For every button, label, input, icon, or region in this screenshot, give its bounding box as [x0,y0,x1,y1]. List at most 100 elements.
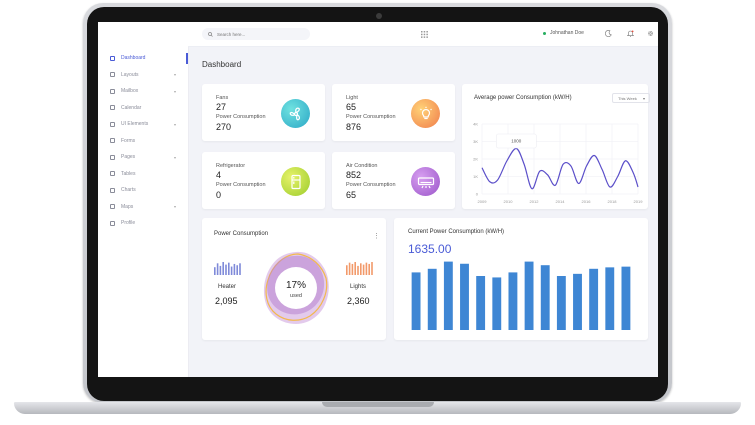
user-menu[interactable]: Johnathan Doe [543,30,584,36]
spark-bar [371,262,373,275]
kpi-name: Fans [216,95,229,101]
x-tick-label: 2016 [582,199,592,204]
heater-value: 2,095 [215,296,238,306]
moon-icon[interactable] [605,30,612,37]
spark-bar [360,263,362,275]
forms-icon [110,138,115,144]
sidebar-item-label: UI Elements [121,121,149,128]
lights-value: 2,360 [347,296,370,306]
bar [556,276,566,330]
spark-bar [233,263,236,275]
screen: Dashboard Layouts ▾ Mailbox ▾ Calendar UI Elem… [98,22,658,377]
bar [524,261,534,330]
kpi-sub-value: 876 [346,122,362,132]
spark-bar [346,265,348,275]
maps-icon [110,204,115,210]
spark-bar [236,265,238,275]
x-tick-label: 2010 [504,199,514,204]
kpi-value: 4 [216,170,222,180]
webcam [376,13,382,19]
bar [460,263,469,330]
chevron-down-icon: ▾ [173,204,176,210]
layouts-icon [110,72,115,78]
x-tick-label: 2019 [634,199,644,204]
card-title: Power Consumption [214,231,269,237]
chevron-down-icon: ▾ [173,121,176,127]
laptop-notch [322,402,434,407]
bar [443,261,453,330]
top-bar: Johnathan Doe [188,22,658,47]
user-name: Johnathan Doe [550,30,584,36]
sidebar-item-dashboard[interactable]: Dashboard [98,50,188,67]
x-tick-label: 2009 [478,199,488,204]
more-options-icon[interactable]: ⋮ [373,232,380,240]
sidebar-nav: Dashboard Layouts ▾ Mailbox ▾ Calendar UI Elem… [98,50,188,232]
sidebar-item-label: Pages [121,154,136,161]
mailbox-icon [110,88,115,94]
pages-icon [110,154,115,160]
sidebar-item-profile[interactable]: Profile [98,215,188,232]
sidebar-item-label: Forms [121,137,136,144]
usage-label: used [290,293,302,299]
sidebar-item-calendar[interactable]: Calendar [98,100,188,117]
search-input[interactable] [217,31,297,37]
grid-icon[interactable] [421,31,428,38]
fridge-icon [281,167,310,196]
bar [605,267,615,330]
usage-percent: 17% [285,280,306,291]
aircon-icon [411,167,440,196]
gear-icon[interactable] [647,30,654,37]
kpi-sub-value: 65 [346,190,357,200]
online-status-dot [543,31,546,35]
chevron-down-icon: ▾ [173,154,176,160]
charts-icon [110,187,115,193]
average-power-card: Average power Consumption (kW/H) This We… [462,84,650,209]
search-box[interactable] [202,28,310,40]
fan-icon [281,99,310,128]
kpi-name: Air Condition [346,163,378,169]
bell-icon[interactable] [627,30,634,37]
x-tick-label: 2018 [608,199,618,204]
x-tick-label: 2014 [556,199,566,204]
kpi-name: Refrigerator [216,163,246,169]
sidebar-item-ui-elements[interactable]: UI Elements ▾ [98,116,188,133]
page-title: Dashboard [202,60,242,69]
bar [573,273,582,330]
spark-bar [216,263,219,275]
sidebar-item-layouts[interactable]: Layouts ▾ [98,67,188,84]
current-bar-chart [411,261,631,330]
sidebar: Dashboard Layouts ▾ Mailbox ▾ Calendar UI Elem… [98,22,189,377]
spark-bar [357,265,359,275]
sidebar-item-label: Maps [121,203,134,210]
dashboard-icon [110,55,115,61]
sidebar-item-tables[interactable]: Tables [98,166,188,183]
y-tick-label: 3K [473,139,478,144]
kpi-card-air-condition: Air Condition 852 Power Consumption 65 [332,152,455,209]
sidebar-item-pages[interactable]: Pages ▾ [98,149,188,166]
sidebar-item-label: Layouts [121,71,139,78]
heater-label: Heater [218,284,237,290]
spark-bar [219,265,222,275]
kpi-sub-value: 0 [216,190,222,200]
bar [492,277,502,330]
kpi-value: 65 [346,102,357,112]
spark-bar [368,263,370,275]
y-tick-label: 1K [473,174,478,179]
sidebar-item-charts[interactable]: Charts [98,182,188,199]
sidebar-item-label: Profile [121,220,136,227]
sidebar-item-label: Dashboard [121,55,146,62]
chevron-down-icon: ▾ [173,72,176,78]
sidebar-item-maps[interactable]: Maps ▾ [98,199,188,216]
bar [508,272,518,330]
kpi-sub-value: 270 [216,122,232,132]
spark-bar [351,263,354,275]
spark-bar [230,266,233,275]
bar [476,276,486,330]
sidebar-item-mailbox[interactable]: Mailbox ▾ [98,83,188,100]
current-power-card: Current Power Consumption (kW/H) 1635.00 [394,218,648,340]
sidebar-item-forms[interactable]: Forms [98,133,188,150]
lights-label: Lights [350,284,367,290]
search-icon [208,31,213,37]
ui-elements-icon [110,121,115,127]
kpi-sub-label: Power Consumption [216,182,266,188]
